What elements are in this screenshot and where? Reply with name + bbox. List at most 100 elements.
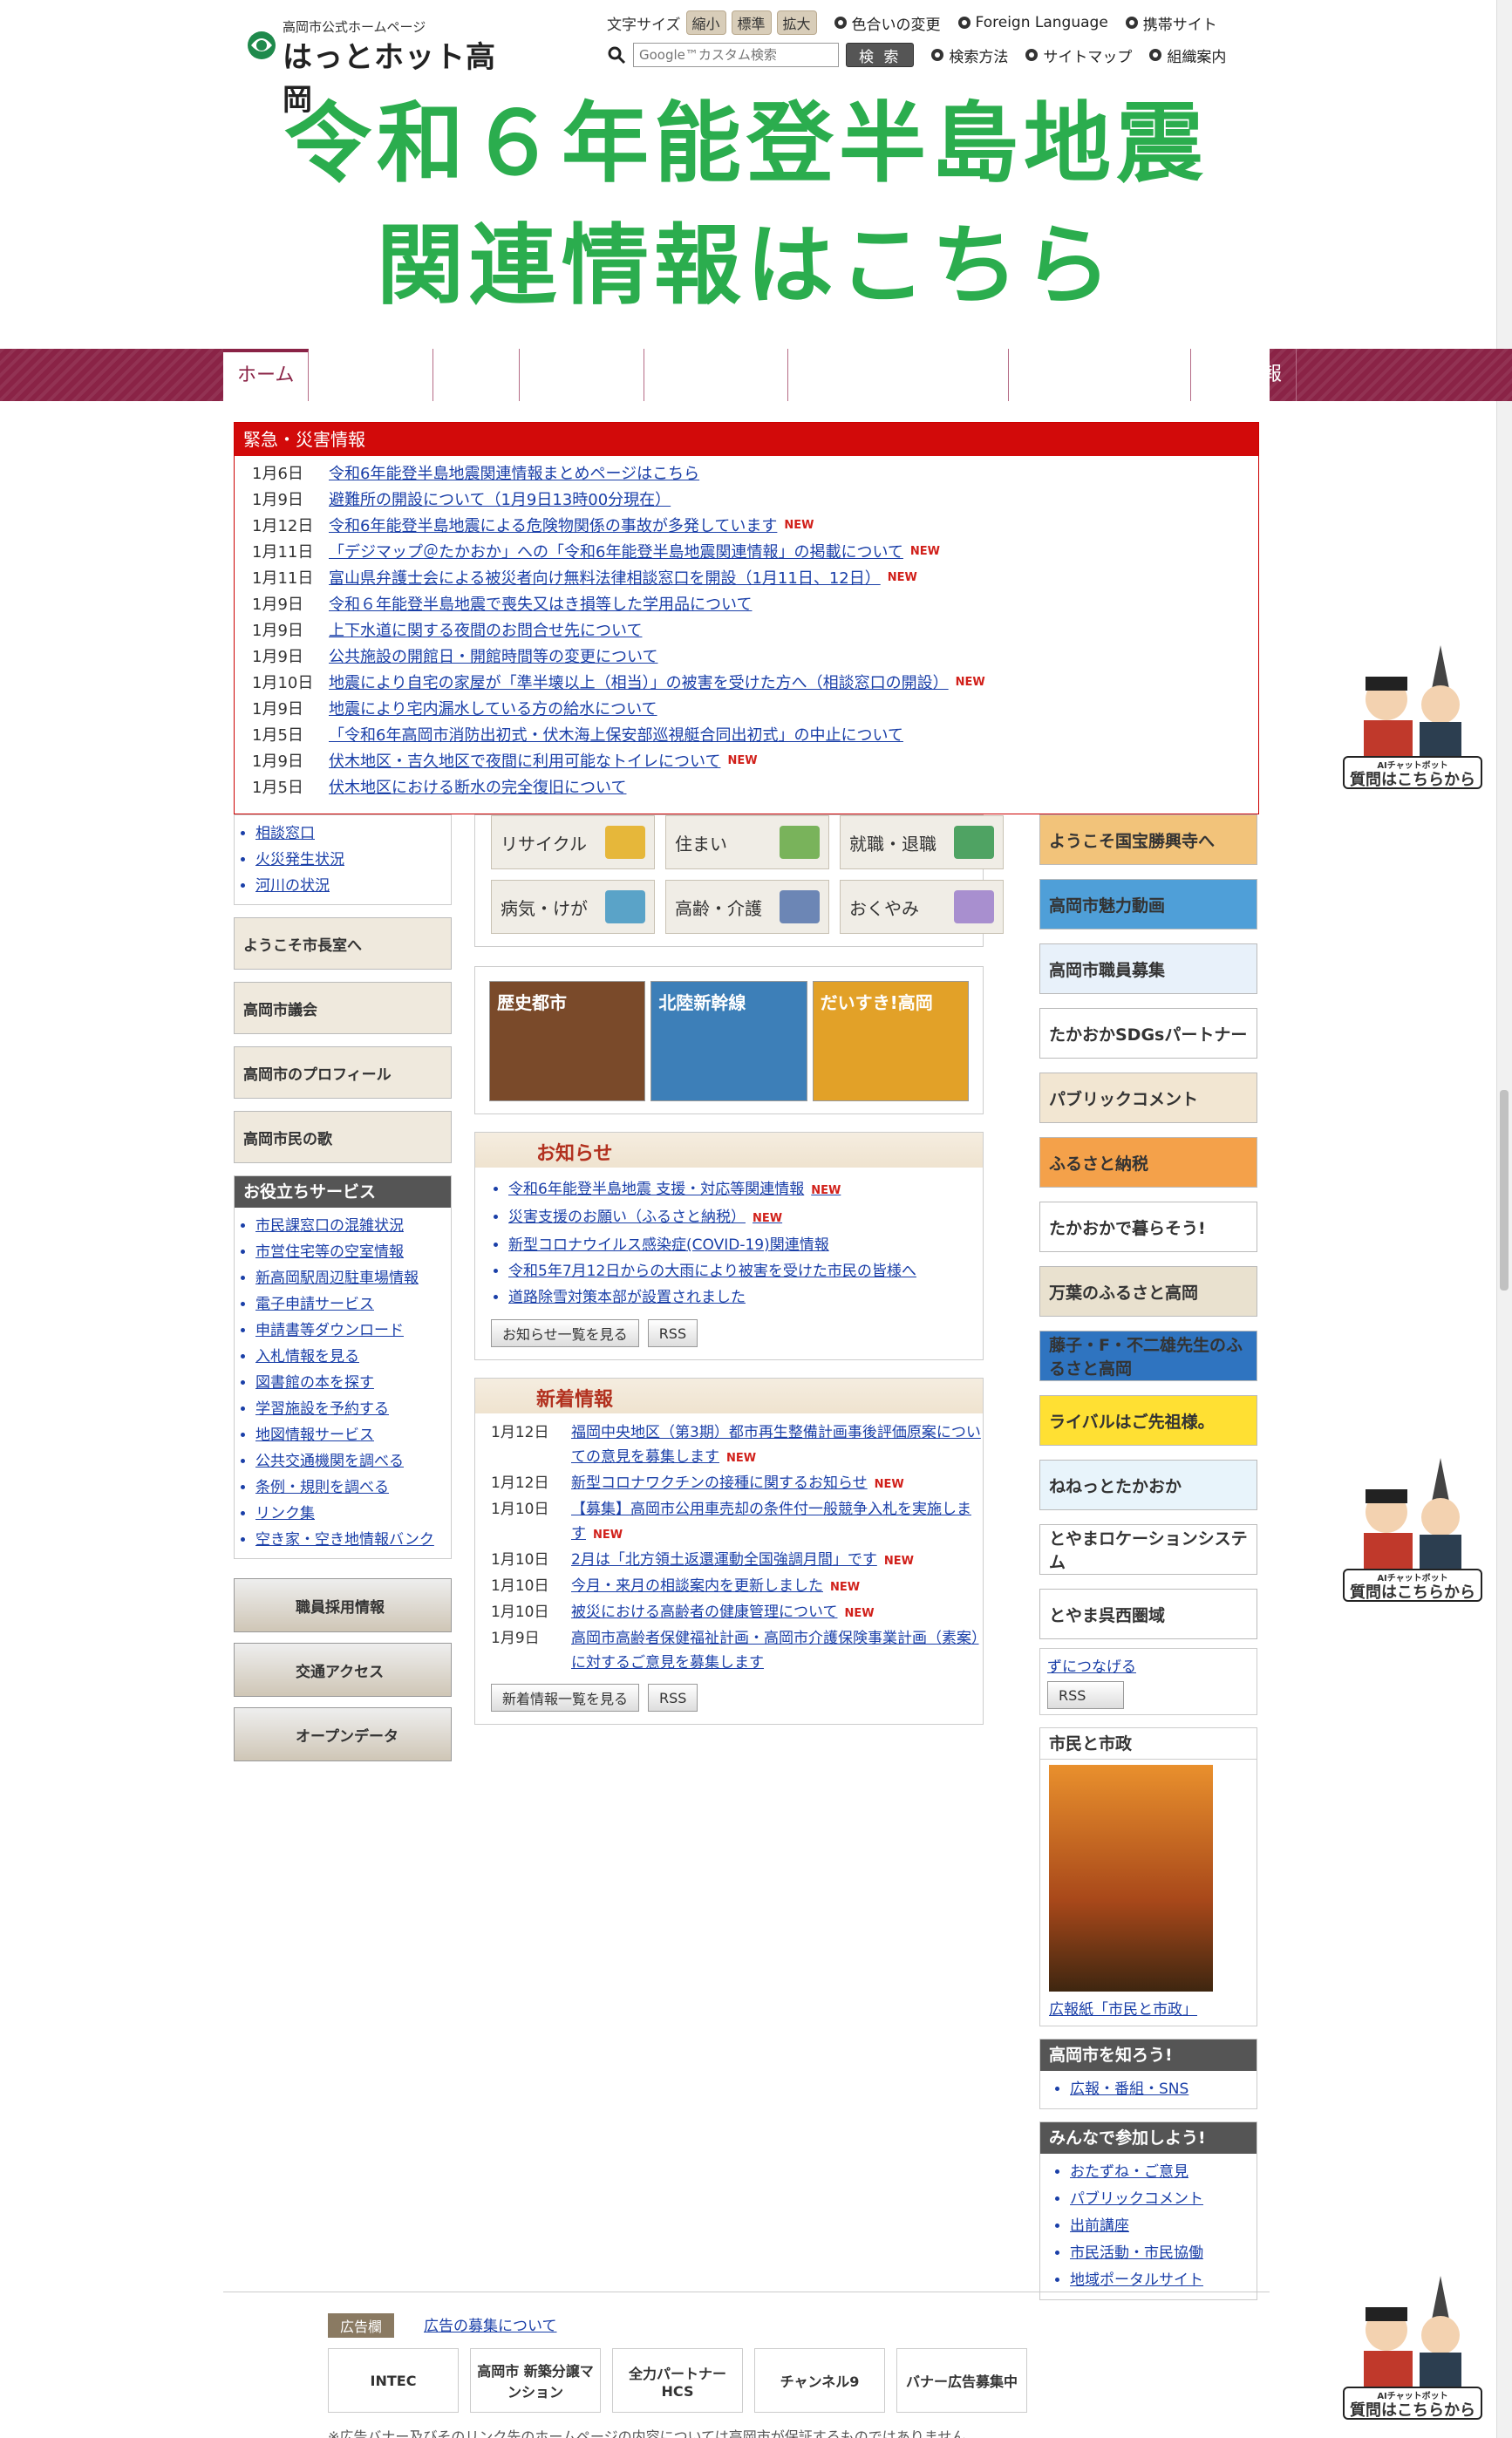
new-info-rss-button[interactable]: RSS: [648, 1684, 698, 1712]
ad-banner[interactable]: バナー広告募集中: [896, 2348, 1027, 2413]
new-info-link[interactable]: 福岡中央地区（第3期）都市再生整備計画事後評価原案についての意見を募集します: [571, 1424, 981, 1466]
category-tile[interactable]: リサイクル: [491, 815, 655, 869]
category-tile[interactable]: 住まい: [665, 815, 829, 869]
left-button[interactable]: オープンデータ: [234, 1707, 452, 1761]
category-tile[interactable]: 病気・けが: [491, 880, 655, 934]
right-banner[interactable]: たかおかSDGsパートナー: [1039, 1008, 1257, 1059]
right-banner[interactable]: たかおかで暮らそう!: [1039, 1202, 1257, 1252]
right-banner[interactable]: とやま呉西圏域: [1039, 1589, 1257, 1639]
ad-recruit-link[interactable]: 広告の募集について: [424, 2313, 557, 2335]
service-link[interactable]: 条例・規則を調べる: [255, 1474, 451, 1501]
promo-banner[interactable]: 北陸新幹線: [650, 981, 807, 1101]
service-link[interactable]: 地図情報サービス: [255, 1422, 451, 1448]
service-link[interactable]: 市民課窓口の混雑状況: [255, 1213, 451, 1239]
scrollbar-thumb[interactable]: [1500, 1090, 1509, 1291]
nav-item[interactable]: 健康・福祉: [520, 349, 645, 401]
right-banner[interactable]: 高岡市魅力動画: [1039, 879, 1257, 930]
join-link[interactable]: おたずね・ご意見: [1070, 2159, 1257, 2186]
site-logo[interactable]: 高岡市公式ホームページ はっとホット高岡: [244, 17, 506, 118]
new-info-link[interactable]: 高岡市高齢者保健福祉計画・高岡市介護保険事業計画（素案）に対するご意見を募集しま…: [571, 1630, 979, 1672]
notice-link[interactable]: 災害支援のお願い（ふるさと納税）: [508, 1209, 746, 1226]
color-change-link[interactable]: 色合いの変更: [834, 12, 941, 34]
emergency-link[interactable]: 令和6年能登半島地震による危険物関係の事故が多発しています: [329, 514, 777, 536]
left-banner[interactable]: 高岡市民の歌: [234, 1111, 452, 1163]
left-banner[interactable]: 高岡市のプロフィール: [234, 1046, 452, 1099]
service-link[interactable]: 入札情報を見る: [255, 1344, 451, 1370]
left-button[interactable]: 交通アクセス: [234, 1643, 452, 1697]
service-link[interactable]: リンク集: [255, 1501, 451, 1527]
right-banner[interactable]: とやまロケーションシステム: [1039, 1524, 1257, 1575]
ad-banner[interactable]: 全力パートナー HCS: [612, 2348, 743, 2413]
ad-banner[interactable]: チャンネル9: [754, 2348, 885, 2413]
category-tile[interactable]: 高齢・介護: [665, 880, 829, 934]
emergency-link[interactable]: 伏木地区・吉久地区で夜間に利用可能なトイレについて: [329, 749, 720, 772]
ad-banner[interactable]: INTEC: [328, 2348, 459, 2413]
left-banner[interactable]: ようこそ市長室へ: [234, 917, 452, 970]
join-link[interactable]: 市民活動・市民協働: [1070, 2240, 1257, 2267]
font-size-normal-button[interactable]: 標準: [731, 10, 772, 35]
emergency-link[interactable]: 「デジマップ＠たかおか」への「令和6年能登半島地震関連情報」の掲載について: [329, 540, 903, 562]
service-link[interactable]: 新高岡駅周辺駐車場情報: [255, 1265, 451, 1291]
new-info-more-button[interactable]: 新着情報一覧を見る: [491, 1684, 640, 1712]
sitemap-link[interactable]: サイトマップ: [1025, 44, 1132, 66]
emergency-link[interactable]: 上下水道に関する夜間のお問合せ先について: [329, 618, 642, 641]
notice-item[interactable]: 令和5年7月12日からの大雨により被害を受けた市民の皆様へ: [508, 1258, 983, 1284]
right-rss-button[interactable]: RSS: [1047, 1681, 1124, 1709]
new-info-link[interactable]: 被災における高齢者の健康管理について: [571, 1604, 838, 1621]
notice-item[interactable]: 令和6年能登半島地震 支援・対応等関連情報 NEW: [508, 1176, 983, 1204]
ad-banner[interactable]: 高岡市 新築分譲マンション: [470, 2348, 601, 2413]
right-banner[interactable]: 高岡市職員募集: [1039, 943, 1257, 994]
notice-more-button[interactable]: お知らせ一覧を見る: [491, 1319, 639, 1347]
join-link[interactable]: パブリックコメント: [1070, 2186, 1257, 2213]
right-banner[interactable]: ライバルはご先祖様。: [1039, 1395, 1257, 1446]
shimin-link[interactable]: 広報紙「市民と市政」: [1049, 1997, 1257, 2019]
chatbot-mascot-2[interactable]: AIチャットボット 質問はこちらから: [1343, 1458, 1482, 1602]
font-size-small-button[interactable]: 縮小: [685, 10, 726, 35]
notice-link[interactable]: 令和6年能登半島地震 支援・対応等関連情報: [508, 1181, 804, 1198]
right-banner[interactable]: ふるさと納税: [1039, 1137, 1257, 1188]
notice-item[interactable]: 道路除雪対策本部が設置されました: [508, 1284, 983, 1311]
search-input[interactable]: [633, 43, 839, 67]
nav-item[interactable]: 産業・まちづくり: [1009, 349, 1191, 401]
nav-item[interactable]: ホーム: [223, 349, 310, 401]
emergency-link[interactable]: 公共施設の開館日・開館時間等の変更について: [329, 644, 657, 667]
service-link[interactable]: 学習施設を予約する: [255, 1396, 451, 1422]
nav-item[interactable]: 暮らし: [433, 349, 521, 401]
promo-banner[interactable]: だいすき!高岡: [812, 981, 969, 1101]
emergency-link[interactable]: 令和6年能登半島地震関連情報まとめページはこちら: [329, 461, 699, 484]
mobile-site-link[interactable]: 携帯サイト: [1125, 12, 1217, 34]
notice-item[interactable]: 新型コロナウイルス感染症(COVID-19)関連情報: [508, 1232, 983, 1258]
emergency-link[interactable]: 「令和6年高岡市消防出初式・伏木海上保安部巡視艇合同出初式」の中止について: [329, 723, 903, 746]
join-link[interactable]: 出前講座: [1070, 2213, 1257, 2240]
notice-item[interactable]: 災害支援のお願い（ふるさと納税） NEW: [508, 1204, 983, 1232]
search-method-link[interactable]: 検索方法: [931, 44, 1008, 66]
category-tile[interactable]: 就職・退職: [840, 815, 1004, 869]
promo-banner[interactable]: 歴史都市: [489, 981, 646, 1101]
right-banner[interactable]: 藤子・F・不二雄先生のふるさと高岡: [1039, 1331, 1257, 1381]
service-link[interactable]: 図書館の本を探す: [255, 1370, 451, 1396]
nav-item[interactable]: 防災・防犯: [309, 349, 434, 401]
new-info-link[interactable]: 新型コロナワクチンの接種に関するお知らせ: [571, 1474, 868, 1492]
nav-item[interactable]: 子育て・教育: [644, 349, 789, 401]
service-link[interactable]: 市営住宅等の空室情報: [255, 1239, 451, 1265]
nav-item[interactable]: 観光・文化・スポーツ: [788, 349, 1009, 401]
join-link[interactable]: 地域ポータルサイト: [1070, 2267, 1257, 2294]
foreign-language-link[interactable]: Foreign Language: [957, 14, 1108, 31]
search-button[interactable]: 検 索: [846, 43, 915, 67]
left-link[interactable]: 相談窓口: [255, 821, 451, 847]
right-banner[interactable]: ようこそ国宝勝興寺へ: [1039, 814, 1257, 865]
emergency-link[interactable]: 地震により宅内漏水している方の給水について: [329, 697, 657, 719]
know-link[interactable]: 広報・番組・SNS: [1070, 2076, 1257, 2103]
notice-rss-button[interactable]: RSS: [647, 1319, 698, 1347]
new-info-link[interactable]: 【募集】高岡市公用車売却の条件付一般競争入札を実施します: [571, 1501, 971, 1542]
organization-link[interactable]: 組織案内: [1149, 44, 1226, 66]
emergency-link[interactable]: 富山県弁護士会による被災者向け無料法律相談窓口を開設（1月11日、12日）: [329, 566, 881, 589]
category-tile[interactable]: おくやみ: [840, 880, 1004, 934]
service-link[interactable]: 公共交通機関を調べる: [255, 1448, 451, 1474]
new-info-link[interactable]: 2月は「北方領土返還運動全国強調月間」です: [571, 1551, 877, 1569]
notice-link[interactable]: 令和5年7月12日からの大雨により被害を受けた市民の皆様へ: [508, 1263, 916, 1280]
left-link[interactable]: 火災発生状況: [255, 847, 451, 873]
chatbot-mascot-3[interactable]: AIチャットボット 質問はこちらから: [1343, 2276, 1482, 2420]
emergency-link[interactable]: 伏木地区における断水の完全復旧について: [329, 775, 626, 798]
notice-link[interactable]: 道路除雪対策本部が設置されました: [508, 1289, 746, 1306]
